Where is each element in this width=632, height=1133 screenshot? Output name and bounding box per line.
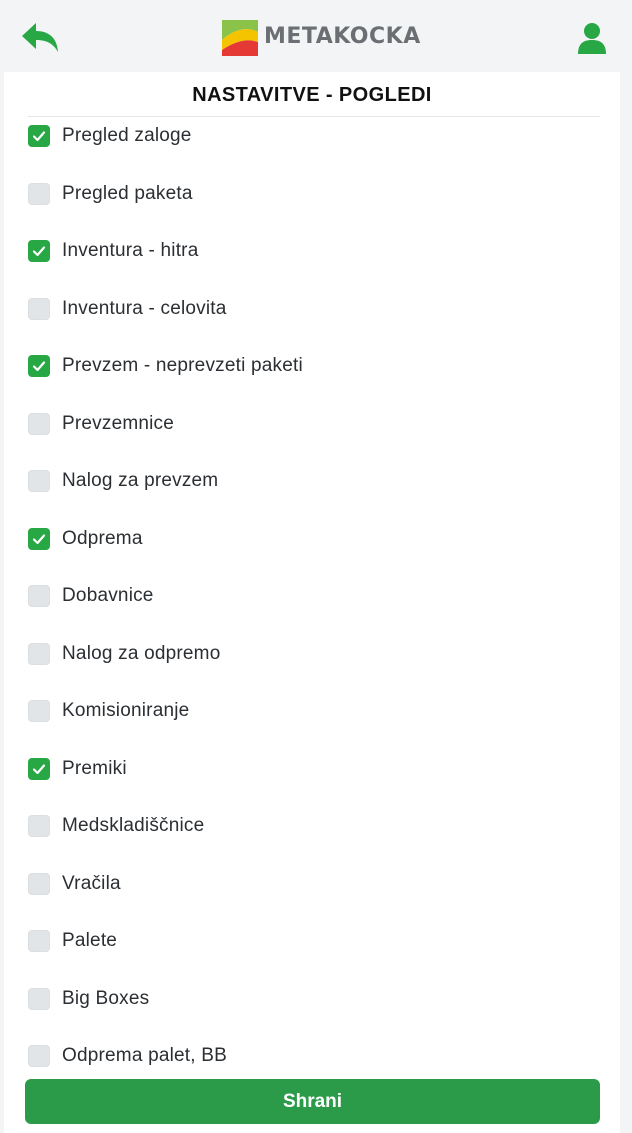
view-option-checkbox[interactable] <box>28 182 50 205</box>
view-option-label: Nalog za odpremo <box>62 642 221 664</box>
view-option-checkbox[interactable] <box>28 872 50 895</box>
view-option-label: Komisioniranje <box>62 700 190 721</box>
view-option-item[interactable]: Inventura - celovita <box>28 295 588 323</box>
view-option-checkbox[interactable] <box>28 987 50 1010</box>
view-option-checkbox[interactable] <box>28 527 50 550</box>
view-option-item[interactable]: Odprema <box>28 525 588 553</box>
view-option-item[interactable]: Pregled zaloge <box>28 122 588 150</box>
top-bar: METAKOCKA <box>4 0 620 72</box>
view-option-label: Vračila <box>62 872 121 894</box>
view-option-item[interactable]: Odprema palet, BB <box>28 1042 588 1070</box>
logo-mark-icon <box>222 20 258 56</box>
back-arrow-icon <box>22 23 58 52</box>
view-option-checkbox[interactable] <box>28 642 50 665</box>
view-option-checkbox[interactable] <box>28 757 50 780</box>
view-option-label: Odprema <box>62 527 143 549</box>
view-option-checkbox[interactable] <box>28 700 50 722</box>
view-option-checkbox[interactable] <box>28 240 50 262</box>
user-button[interactable] <box>574 20 610 56</box>
checkmark-icon <box>32 763 46 774</box>
view-option-item[interactable]: Big Boxes <box>28 985 588 1013</box>
view-option-item[interactable]: Palete <box>28 927 588 955</box>
view-option-item[interactable]: Premiki <box>28 755 588 783</box>
view-option-checkbox[interactable] <box>28 412 50 435</box>
logo-text: METAKOCKA <box>264 24 421 49</box>
view-option-label: Medskladiščnice <box>62 815 205 836</box>
view-option-label: Pregled zaloge <box>62 125 192 146</box>
view-option-label: Big Boxes <box>62 987 150 1009</box>
checkmark-icon <box>32 361 46 372</box>
view-option-item[interactable]: Prevzemnice <box>28 410 588 438</box>
checkmark-icon <box>32 131 46 142</box>
page-title: NASTAVITVE - POGLEDI <box>192 84 432 106</box>
view-option-label: Pregled paketa <box>62 182 193 204</box>
view-option-label: Inventura - hitra <box>62 240 199 261</box>
view-option-item[interactable]: Komisioniranje <box>28 697 588 725</box>
view-option-item[interactable]: Inventura - hitra <box>28 237 588 265</box>
content-panel <box>4 0 620 1133</box>
title-divider <box>28 116 600 117</box>
view-option-checkbox[interactable] <box>28 815 50 837</box>
view-option-item[interactable]: Nalog za prevzem <box>28 467 588 495</box>
metakocka-logo: METAKOCKA <box>220 16 440 60</box>
view-option-item[interactable]: Pregled paketa <box>28 180 588 208</box>
view-option-checkbox[interactable] <box>28 125 50 147</box>
checkmark-icon <box>32 246 46 257</box>
view-option-item[interactable]: Vračila <box>28 870 588 898</box>
checkmark-icon <box>32 533 46 544</box>
view-option-checkbox[interactable] <box>28 297 50 320</box>
view-option-checkbox[interactable] <box>28 930 50 952</box>
view-option-label: Prevzemnice <box>62 412 175 434</box>
view-option-label: Nalog za prevzem <box>62 470 219 491</box>
view-option-item[interactable]: Nalog za odpremo <box>28 640 588 668</box>
view-option-checkbox[interactable] <box>28 470 50 492</box>
view-option-label: Inventura - celovita <box>62 297 227 319</box>
view-option-label: Dobavnice <box>62 585 154 606</box>
view-option-label: Prevzem - neprevzeti paketi <box>62 355 303 376</box>
back-button[interactable] <box>20 20 62 56</box>
save-button[interactable]: Shrani <box>25 1079 600 1124</box>
view-option-checkbox[interactable] <box>28 585 50 607</box>
view-option-item[interactable]: Dobavnice <box>28 582 588 610</box>
view-option-label: Premiki <box>62 757 127 779</box>
view-option-item[interactable]: Medskladiščnice <box>28 812 588 840</box>
view-option-item[interactable]: Prevzem - neprevzeti paketi <box>28 352 588 380</box>
view-option-label: Odprema palet, BB <box>62 1045 227 1066</box>
user-icon <box>578 23 606 54</box>
view-option-checkbox[interactable] <box>28 355 50 377</box>
view-option-checkbox[interactable] <box>28 1045 50 1067</box>
view-option-label: Palete <box>62 930 118 951</box>
